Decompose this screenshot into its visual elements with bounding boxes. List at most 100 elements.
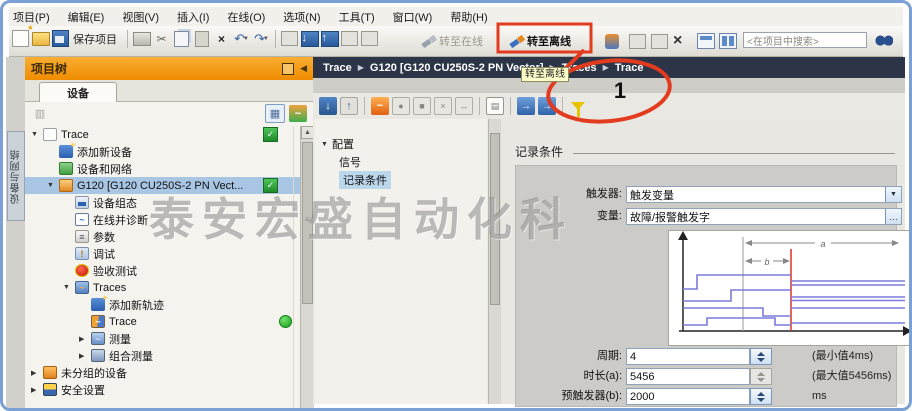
menu-help[interactable]: 帮助(H) bbox=[450, 9, 487, 25]
collapse-panel-icon[interactable]: ◀ bbox=[300, 63, 307, 74]
tree-item-project-root[interactable]: Trace bbox=[25, 126, 300, 143]
record-icon[interactable]: ● bbox=[392, 97, 410, 115]
tree-item-add-new-trace[interactable]: 添加新轨迹 bbox=[25, 296, 300, 313]
menu-project[interactable]: 项目(P) bbox=[13, 9, 50, 25]
details-view-icon[interactable]: ▦ bbox=[265, 104, 285, 123]
stop-record-icon[interactable]: ■ bbox=[413, 97, 431, 115]
print-button[interactable] bbox=[132, 29, 151, 48]
sort-icon[interactable]: ▥ bbox=[31, 105, 49, 122]
expander-icon[interactable] bbox=[47, 182, 59, 189]
expander-icon[interactable] bbox=[63, 284, 75, 291]
undo-button[interactable]: ↶▼ bbox=[232, 29, 251, 48]
tree-item-combined-measurements[interactable]: 组合测量 bbox=[25, 347, 300, 364]
expander-icon[interactable] bbox=[79, 335, 91, 343]
upload-from-device-button[interactable]: ↑ bbox=[320, 29, 339, 48]
filter-icon[interactable] bbox=[569, 97, 587, 115]
cycle-hint: (最小值4ms) bbox=[812, 348, 873, 365]
tree-item-devices-networks[interactable]: 设备和网络 bbox=[25, 160, 300, 177]
menu-edit[interactable]: 编辑(E) bbox=[68, 9, 105, 25]
snapshot-icon[interactable]: ▤ bbox=[486, 97, 504, 115]
transfer-trace-to-device-icon[interactable]: ↓ bbox=[319, 97, 337, 115]
monitor-on-off-icon[interactable]: ~ bbox=[371, 97, 389, 115]
pretrigger-spinner[interactable] bbox=[750, 388, 772, 405]
tree-item-acceptance-test[interactable]: 验收测试 bbox=[25, 262, 300, 279]
device-window-button[interactable] bbox=[340, 29, 359, 48]
expander-icon[interactable] bbox=[31, 369, 43, 377]
tree-item-g120[interactable]: G120 [G120 CU250S-2 PN Vect... bbox=[25, 177, 300, 194]
menu-view[interactable]: 视图(V) bbox=[122, 9, 159, 25]
chevron-down-icon[interactable] bbox=[885, 187, 901, 202]
scrollbar-thumb[interactable] bbox=[490, 133, 500, 305]
tree-item-online-diagnostics[interactable]: 在线并诊断 bbox=[25, 211, 300, 228]
repeat-measurement-icon[interactable]: ↔ bbox=[455, 97, 473, 115]
nav-item-recording-conditions[interactable]: 记录条件 bbox=[315, 171, 487, 189]
add-device-icon bbox=[59, 145, 73, 158]
tree-item-ungrouped-devices[interactable]: 未分组的设备 bbox=[25, 364, 300, 381]
expander-icon[interactable] bbox=[321, 141, 332, 148]
tab-devices[interactable]: 设备 bbox=[39, 82, 117, 102]
expander-icon[interactable] bbox=[31, 386, 43, 394]
scrollbar-thumb[interactable] bbox=[302, 142, 313, 304]
binoculars-icon[interactable] bbox=[875, 31, 893, 47]
import-measurement-icon[interactable]: → bbox=[538, 97, 556, 115]
accessible-devices-button[interactable] bbox=[360, 29, 379, 48]
breadcrumb-item-trace-project[interactable]: Trace bbox=[323, 62, 352, 74]
tree-item-parameters[interactable]: 参数 bbox=[25, 228, 300, 245]
stop-measurement-icon[interactable]: × bbox=[434, 97, 452, 115]
menu-tools[interactable]: 工具(T) bbox=[339, 9, 375, 25]
tree-item-security-settings[interactable]: 安全设置 bbox=[25, 381, 300, 398]
sidebar-tab-devices-networks[interactable]: 设备与网络 bbox=[7, 131, 25, 221]
window-button-2[interactable] bbox=[651, 30, 668, 52]
split-editor-vertical-button[interactable] bbox=[719, 30, 737, 52]
download-to-device-button[interactable]: ↓ bbox=[300, 29, 319, 48]
export-measurement-icon[interactable]: → bbox=[517, 97, 535, 115]
cycle-input[interactable] bbox=[626, 348, 750, 365]
go-online-button[interactable]: 转至在线 bbox=[421, 30, 483, 52]
upload-trace-icon[interactable]: ↑ bbox=[340, 97, 358, 115]
tree-item-add-new-device[interactable]: 添加新设备 bbox=[25, 143, 300, 160]
breadcrumb-item-trace[interactable]: Trace bbox=[615, 62, 644, 74]
menu-window[interactable]: 窗口(W) bbox=[393, 9, 433, 25]
new-project-button[interactable] bbox=[11, 29, 30, 48]
expander-icon[interactable] bbox=[31, 131, 43, 138]
expander-icon[interactable] bbox=[79, 352, 91, 360]
auto-collapse-icon[interactable] bbox=[282, 63, 294, 75]
duration-input[interactable] bbox=[626, 368, 750, 385]
tree-item-device-configuration[interactable]: 设备组态 bbox=[25, 194, 300, 211]
open-project-button[interactable] bbox=[31, 29, 50, 48]
save-project-label[interactable]: 保存项目 bbox=[73, 31, 117, 47]
menu-options[interactable]: 选项(N) bbox=[283, 9, 320, 25]
split-editor-horizontal-button[interactable] bbox=[697, 30, 715, 52]
tree-item-measurements[interactable]: 测量 bbox=[25, 330, 300, 347]
trigger-tag-field[interactable]: 故障/报警触发字 bbox=[626, 208, 902, 225]
paste-button[interactable] bbox=[192, 29, 211, 48]
main-toolbar: 保存项目 ✂ × ↶▼ ↷▼ ↓ ↑ 转至在线 转至离线 × bbox=[9, 26, 903, 57]
pretrigger-input[interactable] bbox=[626, 388, 750, 405]
compile-button[interactable] bbox=[280, 29, 299, 48]
tree-item-traces-folder[interactable]: Traces bbox=[25, 279, 300, 296]
window-button-1[interactable] bbox=[629, 30, 646, 52]
refresh-icon[interactable]: ~ bbox=[289, 105, 307, 122]
search-input[interactable] bbox=[743, 32, 867, 48]
tree-item-trace[interactable]: Trace bbox=[25, 313, 300, 330]
save-project-button[interactable] bbox=[51, 29, 70, 48]
tree-scrollbar[interactable]: ▲ bbox=[300, 126, 314, 408]
menu-online[interactable]: 在线(O) bbox=[227, 9, 265, 25]
close-window-button[interactable]: × bbox=[673, 30, 682, 52]
config-scrollbar[interactable] bbox=[488, 119, 501, 404]
cut-button[interactable]: ✂ bbox=[152, 29, 171, 48]
device-configuration-icon bbox=[75, 196, 89, 209]
cycle-spinner[interactable] bbox=[750, 348, 772, 365]
delete-button[interactable]: × bbox=[212, 29, 231, 48]
menu-insert[interactable]: 插入(I) bbox=[177, 9, 209, 25]
go-offline-button[interactable]: 转至离线 bbox=[509, 30, 571, 52]
nav-item-configuration[interactable]: 配置 bbox=[315, 135, 487, 153]
copy-button[interactable] bbox=[172, 29, 191, 48]
redo-button[interactable]: ↷▼ bbox=[252, 29, 271, 48]
online-diagnostics-button[interactable] bbox=[605, 30, 619, 52]
browse-tag-icon[interactable] bbox=[885, 209, 901, 224]
nav-item-signals[interactable]: 信号 bbox=[315, 153, 487, 171]
breadcrumb-item-g120[interactable]: G120 [G120 CU250S-2 PN Vector] bbox=[370, 62, 544, 74]
trigger-mode-select[interactable]: 触发变量 bbox=[626, 186, 902, 203]
tree-item-commissioning[interactable]: 调试 bbox=[25, 245, 300, 262]
